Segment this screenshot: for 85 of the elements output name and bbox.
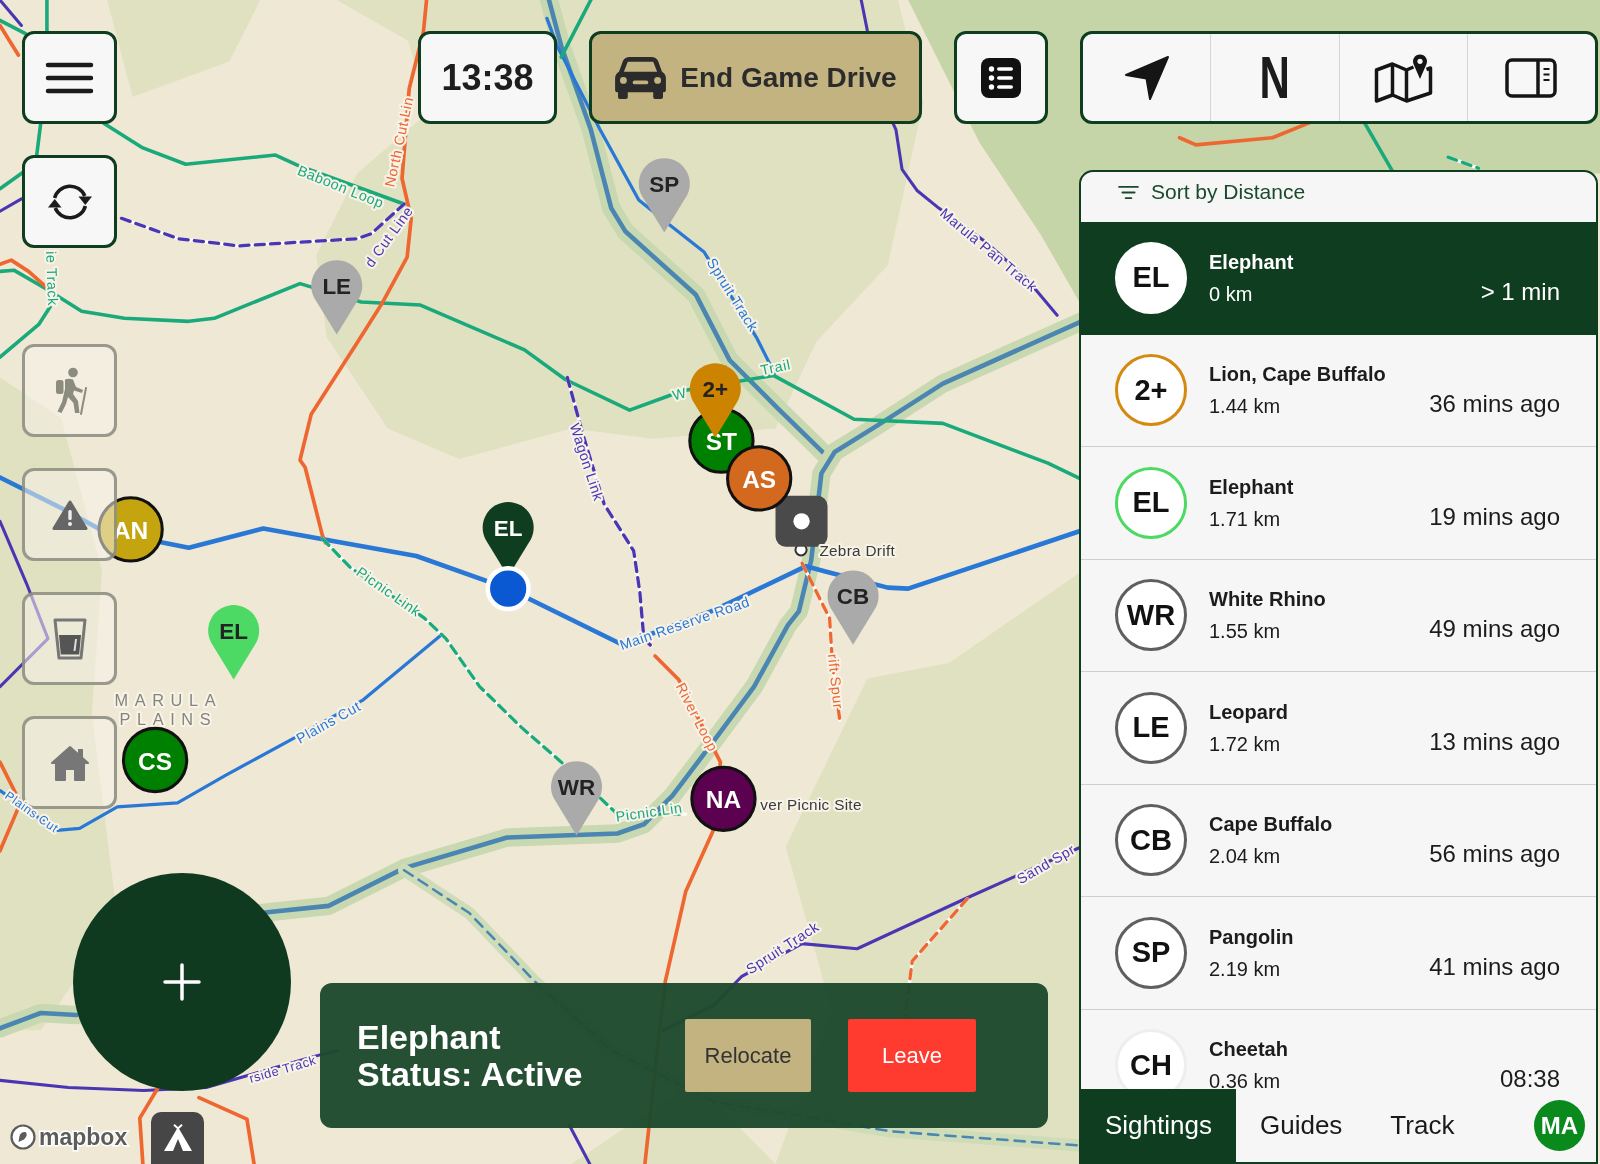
- tent-icon: [161, 1124, 194, 1152]
- time-text: 08:38: [1499, 1064, 1560, 1089]
- road-label: W: [670, 384, 689, 404]
- folded-map-icon: [1372, 52, 1434, 103]
- distance-text: 2.19 km: [1209, 956, 1281, 982]
- species-badge: WR: [1115, 579, 1187, 652]
- menu-button[interactable]: [22, 31, 117, 124]
- distance-text: 2.04 km: [1209, 844, 1281, 870]
- distance-text: 1.71 km: [1209, 506, 1281, 532]
- time-text: 13 mins ago: [1429, 726, 1560, 757]
- place-label: ver Picnic Site: [760, 796, 862, 814]
- road-label: ie Track: [43, 250, 61, 307]
- sighting-pin[interactable]: SP: [638, 158, 690, 233]
- home-icon: [49, 743, 90, 782]
- road-label: rift Spur: [824, 653, 847, 710]
- road-label: Trail: [759, 356, 792, 379]
- species-badge: 2+: [1115, 354, 1187, 427]
- relocate-button[interactable]: Relocate: [685, 1019, 811, 1092]
- species-badge: CB: [1115, 804, 1187, 877]
- car-icon: [614, 56, 668, 99]
- sighting-marker[interactable]: CS: [121, 726, 189, 794]
- distance-text: 1.55 km: [1209, 619, 1281, 645]
- logo-icon: [10, 1124, 36, 1150]
- sighting-title: Elephant: [357, 1018, 501, 1056]
- menu-icon: [45, 61, 94, 94]
- species-name: Lion, Cape Buffalo: [1209, 362, 1386, 388]
- glass-button[interactable]: [22, 592, 117, 685]
- sighting-status: Status: Active: [357, 1055, 583, 1093]
- nav-tab[interactable]: Guides: [1235, 1089, 1367, 1162]
- species-name: Leopard: [1209, 699, 1288, 725]
- user-avatar[interactable]: MA: [1534, 1100, 1585, 1151]
- navigation-arrow-icon: [1123, 54, 1170, 101]
- distance-text: 0.36 km: [1209, 1069, 1281, 1089]
- warning-icon: [51, 498, 88, 531]
- north-button[interactable]: N: [1211, 34, 1340, 121]
- species-name: Pangolin: [1209, 924, 1294, 950]
- area-label: MARULA: [114, 690, 223, 709]
- hiker-button[interactable]: [22, 344, 117, 437]
- area-label: PLAINS: [119, 710, 218, 729]
- nav-tab[interactable]: Track: [1366, 1089, 1479, 1162]
- species-name: Cape Buffalo: [1209, 812, 1333, 838]
- distance-text: 0 km: [1209, 281, 1253, 307]
- nav-tab[interactable]: Sightings: [1081, 1089, 1236, 1162]
- sighting-pin[interactable]: WR: [551, 761, 603, 836]
- species-badge: EL: [1115, 466, 1187, 539]
- species-name: White Rhino: [1209, 587, 1326, 613]
- species-name: Elephant: [1209, 474, 1294, 500]
- map-attribution: mapbox: [39, 1124, 128, 1150]
- end-drive-button[interactable]: End Game Drive: [589, 31, 922, 124]
- sighting-marker[interactable]: NA: [690, 765, 757, 832]
- time-text: 56 mins ago: [1429, 839, 1560, 870]
- species-badge: SP: [1115, 916, 1187, 989]
- species-badge: CH: [1115, 1029, 1187, 1089]
- road-label: rside Track: [247, 1052, 318, 1086]
- plus-icon: [163, 963, 201, 1001]
- time-text: > 1 min: [1480, 276, 1560, 307]
- distance-text: 1.72 km: [1209, 731, 1281, 757]
- distance-text: 1.44 km: [1209, 394, 1281, 420]
- road-label: Picnic Lin: [614, 799, 684, 825]
- time-text: 36 mins ago: [1429, 389, 1560, 420]
- sidebar-icon: [1505, 57, 1558, 98]
- species-badge: LE: [1115, 691, 1187, 764]
- sighting-pin[interactable]: LE: [311, 260, 363, 335]
- sighting-row[interactable]: EL Elephant 0 km > 1 min: [1081, 222, 1596, 335]
- filter-icon: [1118, 184, 1139, 200]
- list-button[interactable]: [954, 31, 1048, 124]
- species-badge: EL: [1115, 241, 1187, 314]
- list-icon: [981, 57, 1021, 98]
- tent-button[interactable]: [151, 1112, 204, 1164]
- clock-time: 13:38: [418, 31, 557, 124]
- road: [197, 1095, 256, 1164]
- refresh-button[interactable]: [22, 155, 117, 248]
- leave-button[interactable]: Leave: [848, 1019, 976, 1092]
- place-label: Zebra Drift: [819, 542, 895, 560]
- glass-icon: [51, 616, 88, 661]
- sort-button[interactable]: Sort by Distance: [1118, 175, 1306, 209]
- time-text: 41 mins ago: [1429, 951, 1560, 982]
- species-name: Cheetah: [1209, 1037, 1288, 1063]
- sighting-pin[interactable]: EL: [208, 605, 260, 680]
- sighting-pin[interactable]: CB: [827, 570, 879, 645]
- time-text: 49 mins ago: [1429, 614, 1560, 645]
- species-name: Elephant: [1209, 249, 1294, 275]
- time-text: 19 mins ago: [1429, 501, 1560, 532]
- road-label: North Cut Lin: [381, 95, 417, 189]
- road-label: Wagon Link: [566, 421, 607, 504]
